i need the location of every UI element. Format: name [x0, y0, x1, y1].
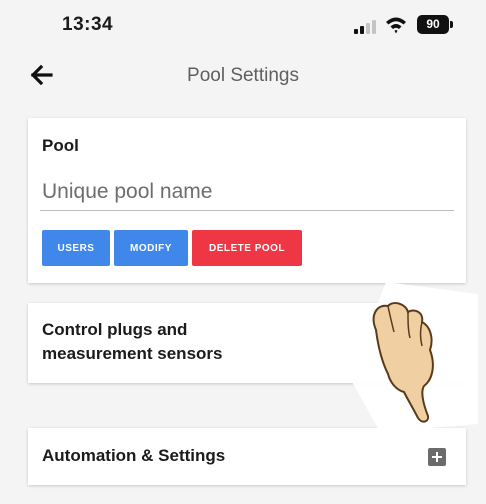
pool-card-title: Pool — [42, 136, 79, 155]
delete-pool-button[interactable]: DELETE POOL — [192, 230, 302, 266]
page-title: Pool Settings — [187, 65, 299, 86]
automation-settings-card[interactable]: Automation & Settings — [28, 428, 466, 485]
control-plugs-label-line1: Control plugs and — [42, 320, 188, 339]
battery-level: 90 — [426, 17, 440, 31]
automation-settings-label: Automation & Settings — [42, 446, 226, 465]
modify-button[interactable]: MODIFY — [114, 230, 188, 266]
app-bar: Pool Settings — [0, 52, 486, 100]
battery-icon: 90 — [417, 15, 453, 34]
control-plugs-label: Control plugs and measurement sensors — [42, 318, 222, 366]
signal-icon — [354, 20, 376, 34]
control-plugs-card[interactable]: Control plugs and measurement sensors — [28, 303, 466, 383]
plus-square-icon[interactable] — [428, 448, 446, 466]
status-bar: 13:34 90 — [0, 0, 486, 52]
pool-name-input[interactable] — [40, 174, 454, 211]
pool-card: Pool USERS MODIFY DELETE POOL — [28, 118, 466, 283]
wifi-icon — [386, 17, 406, 34]
control-plugs-label-line2: measurement sensors — [42, 344, 223, 363]
status-time: 13:34 — [62, 14, 114, 35]
users-button[interactable]: USERS — [42, 230, 110, 266]
